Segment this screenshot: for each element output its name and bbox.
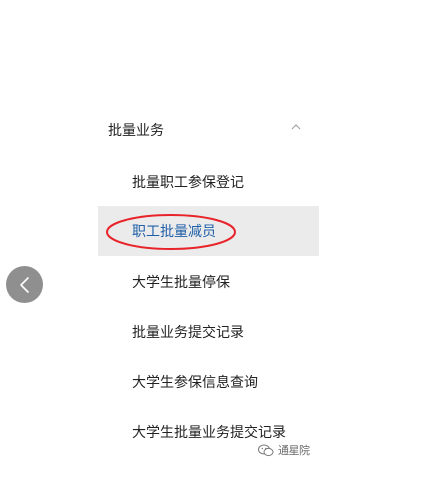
watermark-text: 通星院	[278, 444, 310, 457]
menu-item-label: 职工批量减员	[132, 224, 216, 240]
page: 批量业务 批量职工参保登记 职工批量减员 大学生批量停保 批量业务提交记录 大学…	[0, 0, 425, 495]
menu-item-student-batch-suspension[interactable]: 大学生批量停保	[98, 257, 319, 307]
chevron-up-icon[interactable]	[291, 122, 301, 132]
menu-item-label: 大学生批量停保	[132, 275, 230, 291]
menu-item-employee-batch-reduction[interactable]: 职工批量减员	[98, 206, 319, 256]
menu-item-batch-employee-registration[interactable]: 批量职工参保登记	[98, 157, 319, 207]
menu-group-title: 批量业务	[108, 123, 164, 139]
menu-group-header-batch-business[interactable]: 批量业务	[108, 116, 308, 144]
chevron-left-icon	[20, 277, 29, 293]
menu-item-student-insurance-query[interactable]: 大学生参保信息查询	[98, 357, 319, 407]
menu-item-label: 批量职工参保登记	[132, 175, 244, 191]
back-button[interactable]	[6, 266, 43, 303]
menu-item-label: 大学生参保信息查询	[132, 375, 258, 391]
wechat-icon	[258, 444, 274, 456]
menu-item-batch-submission-records[interactable]: 批量业务提交记录	[98, 307, 319, 357]
menu-item-label: 大学生批量业务提交记录	[132, 425, 286, 441]
menu-item-label: 批量业务提交记录	[132, 325, 244, 341]
watermark: 通星院	[258, 440, 310, 460]
